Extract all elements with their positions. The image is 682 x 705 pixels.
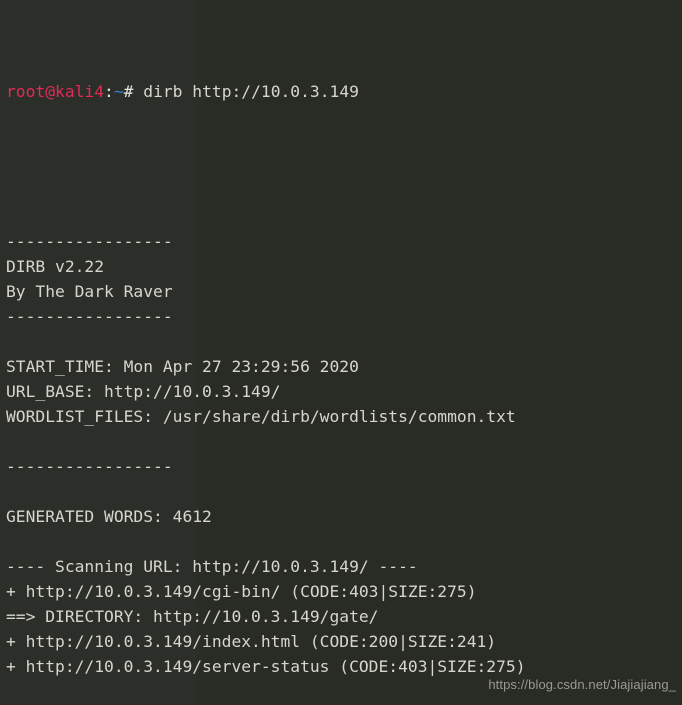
output-line: ---- Scanning URL: http://10.0.3.149/ --… [6, 557, 418, 576]
prompt-path: ~ [113, 82, 124, 101]
output-blank-line [6, 479, 682, 504]
output-blank-line [6, 204, 682, 229]
output-blank-line [6, 429, 682, 454]
output-blank-line [6, 179, 682, 204]
watermark-url: https://blog.csdn.net/Jiajiajiang_ [488, 677, 676, 692]
prompt-sigil: # [123, 82, 134, 101]
output-line: ----------------- [6, 232, 173, 251]
output-line: + http://10.0.3.149/cgi-bin/ (CODE:403|S… [6, 582, 477, 601]
prompt-colon: : [104, 82, 114, 101]
terminal-window[interactable]: root@kali4:~# dirb http://10.0.3.149 ---… [0, 0, 682, 705]
output-line: WORDLIST_FILES: /usr/share/dirb/wordlist… [6, 407, 516, 426]
output-line: START_TIME: Mon Apr 27 23:29:56 2020 [6, 357, 359, 376]
terminal-output: ----------------- DIRB v2.22 By The Dark R… [6, 179, 682, 705]
prompt-command: dirb http://10.0.3.149 [133, 82, 359, 101]
prompt-line: root@kali4:~# dirb http://10.0.3.149 [6, 79, 682, 104]
terminal-screen[interactable]: root@kali4:~# dirb http://10.0.3.149 ---… [0, 0, 682, 705]
output-line: + http://10.0.3.149/server-status (CODE:… [6, 657, 526, 676]
output-line: GENERATED WORDS: 4612 [6, 507, 212, 526]
output-blank-line [6, 529, 682, 554]
output-line: ----------------- [6, 307, 173, 326]
output-line: + http://10.0.3.149/index.html (CODE:200… [6, 632, 497, 651]
output-line: ----------------- [6, 457, 173, 476]
output-line: By The Dark Raver [6, 282, 173, 301]
output-line: DIRB v2.22 [6, 257, 105, 276]
output-line: URL_BASE: http://10.0.3.149/ [6, 382, 281, 401]
output-blank-line [6, 329, 682, 354]
output-line: ==> DIRECTORY: http://10.0.3.149/gate/ [6, 607, 379, 626]
prompt-user-host: root@kali4 [6, 82, 105, 101]
